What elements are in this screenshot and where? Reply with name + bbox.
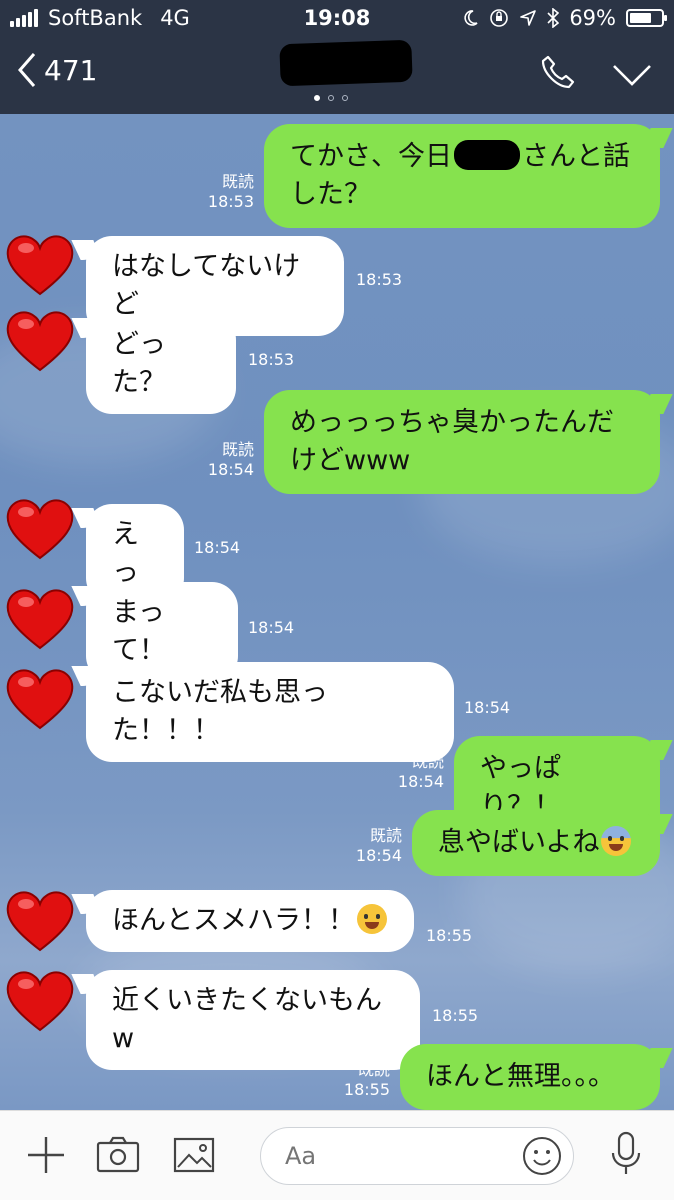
message-text: 息やばいよね <box>438 827 600 858</box>
camera-icon <box>96 1136 140 1173</box>
image-icon <box>173 1137 215 1173</box>
top-bar: SoftBank 4G 19:08 69% 471 <box>0 0 674 114</box>
message-time: 18:53 <box>356 270 403 289</box>
smiley-icon[interactable] <box>521 1135 563 1177</box>
plus-icon <box>28 1137 64 1173</box>
message-text: 近くいきたくないもんw <box>112 985 382 1054</box>
sent-message-bubble[interactable]: てかさ、今日 さんと話した？ <box>264 124 660 228</box>
message-time: 18:54 <box>194 538 241 557</box>
bluetooth-icon <box>547 8 560 28</box>
message-meta: 既読 18:54 <box>208 440 254 480</box>
heart-avatar-icon[interactable] <box>4 966 76 1032</box>
chevron-down-icon <box>613 65 651 86</box>
voice-button[interactable] <box>608 1131 644 1181</box>
fearful-face-icon <box>601 826 632 856</box>
tears-of-joy-face-icon <box>357 904 387 934</box>
camera-button[interactable] <box>96 1135 140 1179</box>
message-time: 18:54 <box>355 846 402 865</box>
received-message-bubble[interactable]: ほんとスメハラ！！ <box>86 890 414 952</box>
message-text: こないだ私も思った！！！ <box>112 677 328 746</box>
unread-count: 471 <box>44 53 98 87</box>
message-text: えっ <box>112 519 139 588</box>
line-chat-screen: SoftBank 4G 19:08 69% 471 既読 18:53 てかさ、今… <box>0 0 674 1200</box>
menu-toggle-button[interactable] <box>612 64 652 90</box>
microphone-icon <box>611 1131 641 1174</box>
image-button[interactable] <box>172 1135 216 1179</box>
chat-area[interactable]: 既読 18:53 てかさ、今日 さんと話した？ はなしてないけど 18:53 どっ… <box>0 114 674 1110</box>
message-time: 18:54 <box>464 698 511 717</box>
heart-avatar-icon[interactable] <box>4 584 76 650</box>
message-time: 18:53 <box>248 350 295 369</box>
location-icon <box>520 10 537 26</box>
message-time: 18:53 <box>207 192 254 211</box>
read-receipt: 既読 <box>221 440 254 459</box>
message-text: ほんと無理。。。 <box>426 1061 615 1092</box>
heart-avatar-icon[interactable] <box>4 230 76 296</box>
message-time: 18:54 <box>207 460 254 479</box>
message-text: どった？ <box>112 329 166 398</box>
message-textbox[interactable] <box>260 1127 574 1185</box>
call-button[interactable] <box>540 54 576 94</box>
message-text: めっっっちゃ臭かったんだけどwww <box>290 407 614 476</box>
moon-icon <box>464 10 478 26</box>
chevron-left-icon <box>18 53 36 87</box>
status-bar: SoftBank 4G 19:08 69% <box>0 0 674 36</box>
message-meta: 既読 18:54 <box>398 752 444 792</box>
sent-message-bubble[interactable]: 息やばいよね <box>412 810 660 876</box>
orientation-lock-icon <box>490 9 509 27</box>
chat-title-redacted <box>279 39 413 87</box>
add-button[interactable] <box>26 1135 66 1179</box>
read-receipt: 既読 <box>221 172 254 191</box>
message-meta: 既読 18:55 <box>344 1060 390 1100</box>
sent-message-bubble[interactable]: ほんと無理。。。 <box>400 1044 660 1110</box>
status-right: 69% <box>461 6 667 30</box>
message-time: 18:55 <box>432 1006 479 1025</box>
heart-avatar-icon[interactable] <box>4 886 76 952</box>
heart-avatar-icon[interactable] <box>4 664 76 730</box>
message-meta: 既読 18:54 <box>356 826 402 866</box>
message-text: ほんとスメハラ！！ <box>112 905 355 936</box>
heart-avatar-icon[interactable] <box>4 494 76 560</box>
battery-percent: 69% <box>569 6 616 30</box>
phone-icon <box>541 55 575 89</box>
sent-message-bubble[interactable]: めっっっちゃ臭かったんだけどwww <box>264 390 660 494</box>
message-time: 18:55 <box>343 1080 390 1099</box>
message-input[interactable] <box>283 1141 507 1171</box>
received-message-bubble[interactable]: こないだ私も思った！！！ <box>86 662 454 762</box>
received-message-bubble[interactable]: 近くいきたくないもんw <box>86 970 420 1070</box>
redacted-name <box>454 140 520 170</box>
page-indicator <box>314 95 348 101</box>
message-meta: 既読 18:53 <box>208 172 254 212</box>
heart-avatar-icon[interactable] <box>4 306 76 372</box>
message-time: 18:54 <box>248 618 295 637</box>
message-text: てかさ、今日 <box>290 141 452 172</box>
received-message-bubble[interactable]: どった？ <box>86 314 236 414</box>
message-text: まって！ <box>112 597 166 666</box>
read-receipt: 既読 <box>411 752 444 771</box>
message-input-bar <box>0 1110 674 1200</box>
message-time: 18:54 <box>397 772 444 791</box>
read-receipt: 既読 <box>357 1060 390 1079</box>
read-receipt: 既読 <box>369 826 402 845</box>
battery-icon <box>626 9 667 27</box>
back-button[interactable]: 471 <box>16 52 97 88</box>
message-time: 18:55 <box>426 926 473 945</box>
message-text: はなしてないけど <box>112 251 301 320</box>
